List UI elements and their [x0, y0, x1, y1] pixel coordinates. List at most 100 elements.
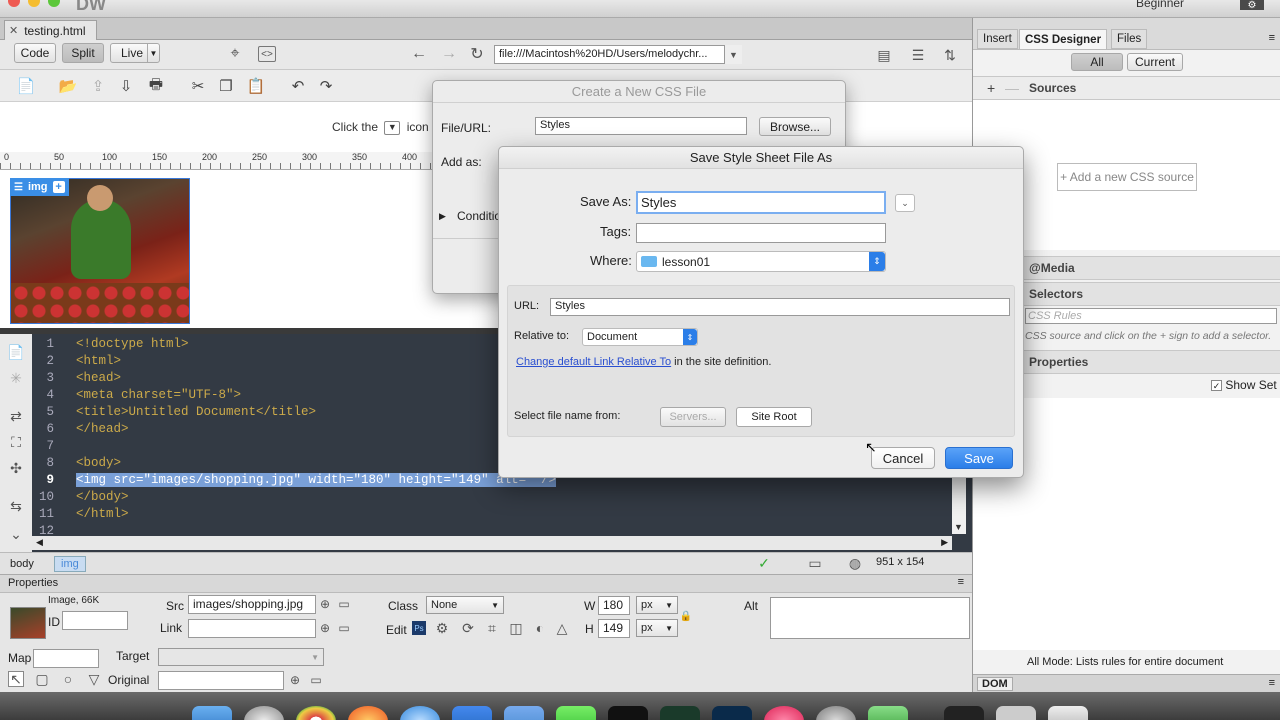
- code-line[interactable]: 10 </body>: [32, 489, 952, 506]
- element-tag-badge[interactable]: ☰ img +: [10, 178, 69, 196]
- mail-icon[interactable]: [452, 706, 492, 720]
- circle-hotspot-icon[interactable]: ○: [60, 671, 76, 687]
- scroll-right-icon[interactable]: ▶: [941, 537, 948, 548]
- remove-source-icon[interactable]: —: [1005, 80, 1019, 96]
- indent-icon[interactable]: ⇆: [8, 498, 24, 514]
- code-line[interactable]: 11 </html>: [32, 506, 952, 523]
- print-icon[interactable]: 🖶: [146, 76, 166, 96]
- screen-icon[interactable]: [944, 706, 984, 720]
- url-field[interactable]: Styles: [550, 298, 1010, 316]
- layout-panels-icon[interactable]: ▤: [874, 46, 894, 64]
- id-field[interactable]: [62, 611, 128, 630]
- more-tools-icon[interactable]: ⌄: [8, 526, 24, 542]
- show-set-toggle[interactable]: ✓ Show Set: [1211, 378, 1277, 392]
- target-select[interactable]: ▼: [158, 648, 324, 666]
- hamburger-icon[interactable]: ☰: [14, 182, 23, 193]
- cancel-button[interactable]: Cancel: [871, 447, 935, 469]
- browse-folder-icon[interactable]: ▭: [336, 621, 352, 635]
- alt-field[interactable]: [770, 597, 970, 639]
- address-bar[interactable]: file:///Macintosh%20HD/Users/melodychr..…: [494, 45, 742, 64]
- sharpen-icon[interactable]: △: [554, 620, 570, 636]
- new-file-icon[interactable]: 📄: [16, 76, 36, 96]
- inspect-target-icon[interactable]: ⌖: [226, 45, 244, 63]
- terminal-icon[interactable]: [608, 706, 648, 720]
- add-class-icon[interactable]: +: [52, 181, 65, 193]
- tab-css-designer[interactable]: CSS Designer: [1019, 29, 1108, 49]
- download-icon[interactable]: ⇩: [116, 76, 136, 96]
- collapse-icon[interactable]: ✳: [8, 370, 24, 386]
- brightness-icon[interactable]: ◐: [532, 620, 548, 636]
- close-window-button[interactable]: [8, 0, 20, 7]
- scroll-left-icon[interactable]: ◀: [36, 537, 43, 548]
- undo-icon[interactable]: ↶: [288, 76, 308, 96]
- zoom-window-button[interactable]: [48, 0, 60, 7]
- tags-field[interactable]: [636, 223, 886, 243]
- messages-icon[interactable]: [556, 706, 596, 720]
- itunes-icon[interactable]: [764, 706, 804, 720]
- tab-files[interactable]: Files: [1111, 29, 1148, 49]
- all-mode-button[interactable]: All: [1071, 53, 1123, 71]
- width-unit-select[interactable]: px ▼: [636, 596, 678, 614]
- expand-dialog-icon[interactable]: ⌄: [895, 194, 915, 212]
- relative-to-select[interactable]: Document ⇕: [582, 328, 698, 346]
- selected-image[interactable]: [10, 178, 190, 324]
- class-select[interactable]: None ▼: [426, 596, 504, 614]
- save-as-field[interactable]: Styles: [636, 191, 886, 214]
- where-select[interactable]: lesson01 ⇕: [636, 251, 886, 272]
- app-icon[interactable]: [868, 706, 908, 720]
- document-tab[interactable]: ✕ testing.html: [4, 20, 97, 40]
- browse-button[interactable]: Browse...: [759, 117, 831, 136]
- open-folder-icon[interactable]: 📂: [58, 76, 78, 96]
- browse-folder-icon[interactable]: ▭: [336, 597, 352, 611]
- width-field[interactable]: 180: [598, 596, 630, 615]
- resample-icon[interactable]: ◫: [508, 620, 524, 636]
- forward-arrow-icon[interactable]: →: [440, 45, 458, 63]
- panel-menu-icon[interactable]: ≡: [1269, 32, 1275, 44]
- system-preferences-icon[interactable]: [816, 706, 856, 720]
- polygon-hotspot-icon[interactable]: ▽: [86, 671, 102, 687]
- address-dropdown-icon[interactable]: ▼: [724, 45, 742, 64]
- tab-insert[interactable]: Insert: [977, 29, 1018, 49]
- point-to-file-icon[interactable]: ⊕: [288, 673, 302, 687]
- trash-icon[interactable]: [1048, 706, 1088, 720]
- upload-icon[interactable]: ⇪: [88, 76, 108, 96]
- globe-icon[interactable]: ◍: [846, 555, 864, 571]
- pointer-hotspot-icon[interactable]: ↖: [8, 671, 24, 687]
- balance-braces-icon[interactable]: ✣: [8, 460, 24, 476]
- add-css-source-button[interactable]: + Add a new CSS source: [1057, 163, 1197, 191]
- photoshop-icon[interactable]: Ps: [412, 621, 426, 635]
- chevron-down-icon[interactable]: ▼: [147, 44, 159, 62]
- point-to-file-icon[interactable]: ⊕: [318, 621, 332, 635]
- select-parent-icon[interactable]: ⛶: [8, 434, 24, 450]
- window-size-icon[interactable]: ▭: [802, 555, 828, 571]
- height-field[interactable]: 149: [598, 619, 630, 638]
- original-field[interactable]: [158, 671, 284, 690]
- tag-crumb-body[interactable]: body: [4, 556, 40, 572]
- servers-button[interactable]: Servers...: [660, 407, 726, 427]
- link-field[interactable]: [188, 619, 316, 638]
- file-url-field[interactable]: Styles: [535, 117, 747, 135]
- horizontal-scrollbar[interactable]: ◀ ▶: [32, 536, 952, 550]
- edit-settings-icon[interactable]: ⚙: [434, 620, 450, 636]
- panel-menu-icon[interactable]: ≡: [958, 576, 964, 588]
- tag-crumb-img[interactable]: img: [54, 556, 86, 572]
- browse-folder-icon[interactable]: ▭: [308, 673, 324, 687]
- minimize-window-button[interactable]: [28, 0, 40, 7]
- code-navigator-icon[interactable]: <>: [258, 46, 276, 62]
- document-icon[interactable]: [996, 706, 1036, 720]
- finder-icon[interactable]: [192, 706, 232, 720]
- expand-icon[interactable]: ⇄: [8, 408, 24, 424]
- code-view-button[interactable]: Code: [14, 43, 56, 63]
- selector-filter-input[interactable]: CSS Rules: [1025, 308, 1277, 324]
- window-size-readout[interactable]: 951 x 154: [876, 556, 924, 568]
- add-source-icon[interactable]: +: [987, 80, 995, 96]
- photoshop-dock-icon[interactable]: [712, 706, 752, 720]
- tab-dom[interactable]: DOM: [977, 677, 1013, 691]
- update-icon[interactable]: ⟳: [460, 620, 476, 636]
- lock-icon[interactable]: 🔒: [680, 609, 692, 623]
- crop-icon[interactable]: ⌗: [484, 620, 500, 636]
- safari-icon[interactable]: [400, 706, 440, 720]
- src-field[interactable]: images/shopping.jpg: [188, 595, 316, 614]
- live-view-button[interactable]: Live ▼: [110, 43, 160, 63]
- conditional-usage-label[interactable]: Conditio: [457, 209, 501, 223]
